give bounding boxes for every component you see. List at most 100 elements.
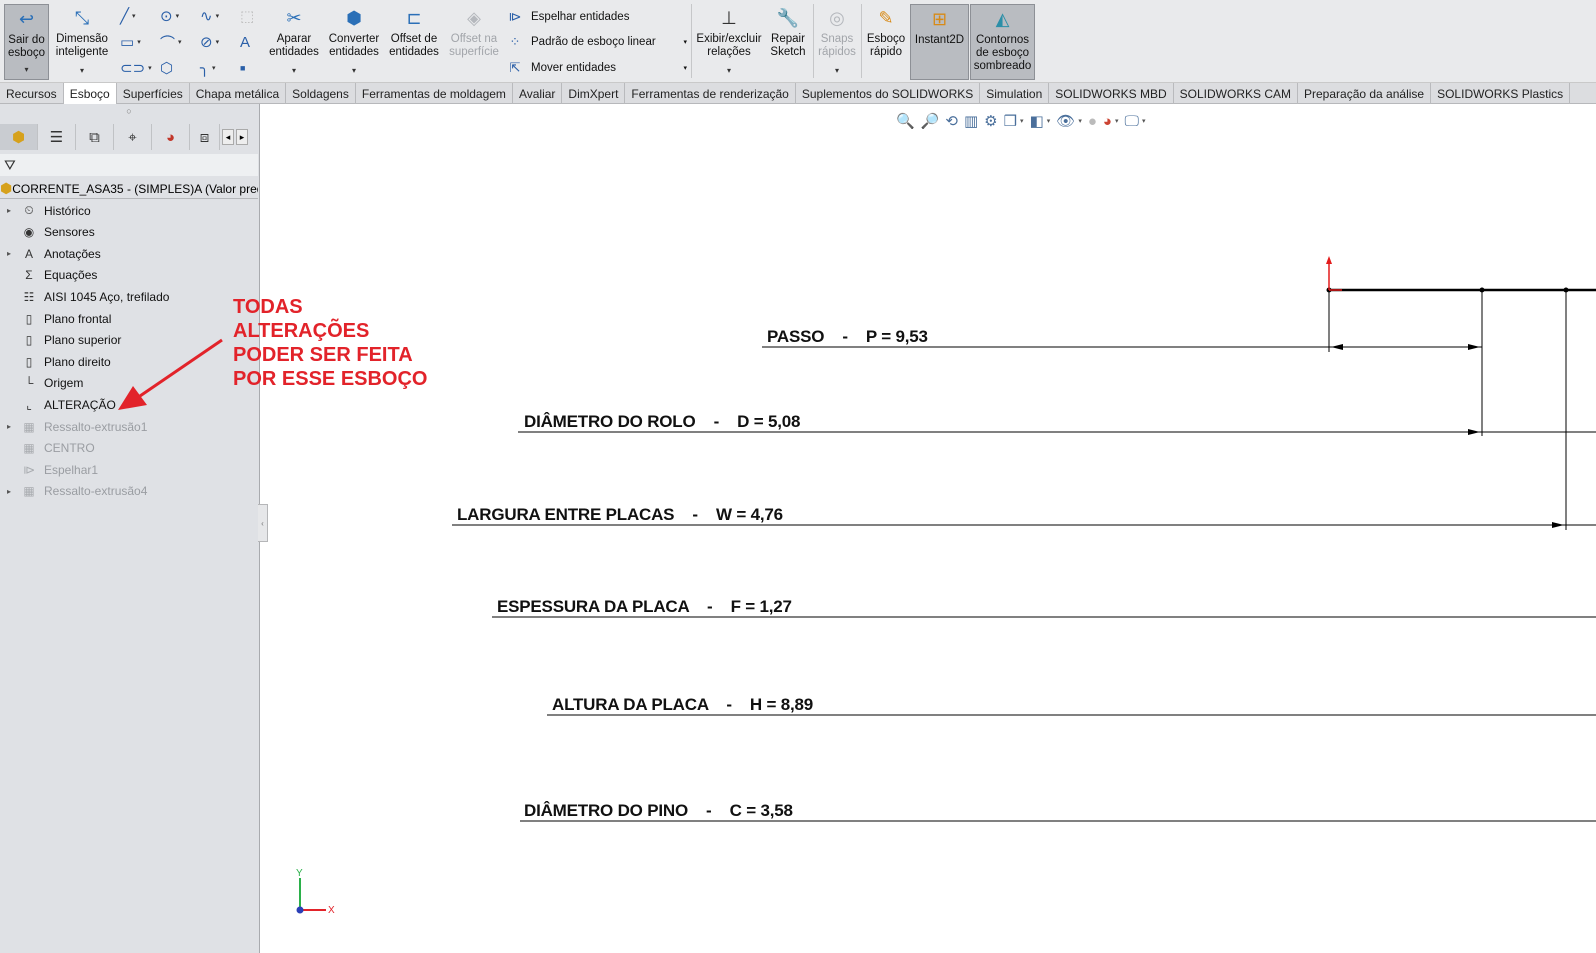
chevron-left-icon[interactable]: ◂: [222, 129, 234, 145]
tab-preparacao-analise[interactable]: Preparação da análise: [1298, 83, 1432, 104]
chevron-down-icon[interactable]: ▾: [835, 64, 839, 77]
tab-soldagens[interactable]: Soldagens: [286, 83, 356, 104]
tree-item[interactable]: ⌞ ALTERAÇÃO: [0, 394, 258, 415]
sketch-text-largura[interactable]: LARGURA ENTRE PLACAS - W = 4,76: [457, 505, 783, 525]
spline-icon[interactable]: ∿ ▾: [200, 6, 228, 26]
tree-item[interactable]: ▯ Plano direito: [0, 351, 258, 372]
tab-esboco[interactable]: Esboço: [63, 83, 117, 104]
expand-arrow-icon[interactable]: ▸: [0, 249, 18, 258]
repair-sketch-button[interactable]: 🔧 Repair Sketch: [766, 4, 810, 80]
offset-surface-button[interactable]: ◈ Offset na superfície: [446, 4, 502, 80]
tree-item[interactable]: ▯ Plano frontal: [0, 308, 258, 329]
tree-item[interactable]: ▯ Plano superior: [0, 330, 258, 351]
point-icon[interactable]: ■: [240, 58, 268, 78]
tree-item[interactable]: ☷ AISI 1045 Aço, trefilado: [0, 286, 258, 307]
tree-item[interactable]: ▦ CENTRO: [0, 438, 258, 459]
sketch-point[interactable]: [1479, 287, 1485, 293]
tab-solidworks-plastics[interactable]: SOLIDWORKS Plastics: [1431, 83, 1571, 104]
move-entities-button[interactable]: ⇱ Mover entidades ▾: [505, 58, 687, 78]
dimxpert-manager-tab-icon[interactable]: ⌖: [114, 124, 152, 150]
chevron-down-icon[interactable]: ▾: [683, 38, 687, 46]
expand-arrow-icon[interactable]: ▸: [0, 487, 18, 496]
tree-item[interactable]: ◉ Sensores: [0, 222, 258, 243]
panel-grip-icon[interactable]: ○: [0, 106, 258, 122]
display-manager-tab-icon[interactable]: ◕: [152, 124, 190, 150]
view-orientation-icon[interactable]: ❒: [1004, 112, 1017, 130]
chevron-down-icon[interactable]: ▾: [1115, 117, 1119, 125]
tab-solidworks-mbd[interactable]: SOLIDWORKS MBD: [1049, 83, 1174, 104]
display-relations-button[interactable]: ⊥ Exibir/excluir relações ▾: [695, 4, 763, 80]
sketch-text-altura[interactable]: ALTURA DA PLACA - H = 8,89: [552, 695, 813, 715]
expand-arrow-icon[interactable]: ▸: [0, 422, 18, 431]
chevron-down-icon[interactable]: ▾: [727, 64, 731, 77]
chevron-down-icon[interactable]: ▾: [1142, 117, 1146, 125]
configuration-manager-tab-icon[interactable]: ⧉: [76, 124, 114, 150]
tab-solidworks-cam[interactable]: SOLIDWORKS CAM: [1174, 83, 1298, 104]
exit-sketch-button[interactable]: ↩ Sair do esboço ▾: [4, 4, 49, 80]
expand-arrow-icon[interactable]: ▸: [0, 206, 18, 215]
tree-item[interactable]: ▸ A Anotações: [0, 243, 258, 264]
linear-pattern-button[interactable]: ⁘ Padrão de esboço linear ▾: [505, 32, 687, 52]
chevron-down-icon[interactable]: ▾: [80, 64, 84, 77]
tree-item[interactable]: Σ Equações: [0, 265, 258, 286]
previous-view-icon[interactable]: ⟲: [945, 112, 958, 130]
zoom-to-fit-icon[interactable]: 🔍: [896, 112, 915, 130]
instant2d-button[interactable]: ⊞ Instant2D: [910, 4, 969, 80]
chevron-down-icon[interactable]: ▾: [24, 63, 28, 76]
shaded-contours-button[interactable]: ◭ Contornos de esboço sombreado: [970, 4, 1035, 80]
line-icon[interactable]: ╱ ▾: [120, 6, 148, 26]
construction-icon[interactable]: ⬚: [240, 6, 268, 26]
polygon-icon[interactable]: ⬡: [160, 58, 188, 78]
hide-show-items-icon[interactable]: 👁: [1056, 112, 1075, 130]
scene-icon[interactable]: ◕: [1103, 113, 1112, 130]
tab-recursos[interactable]: Recursos: [0, 83, 64, 104]
tree-item[interactable]: ⧐ Espelhar1: [0, 459, 258, 480]
tree-item[interactable]: ▸ ▦ Ressalto-extrusão1: [0, 416, 258, 437]
tab-ferramentas-renderizacao[interactable]: Ferramentas de renderização: [625, 83, 796, 104]
circle-icon[interactable]: ⊙ ▾: [160, 6, 188, 26]
rectangle-icon[interactable]: ▭ ▾: [120, 32, 148, 52]
tree-filter[interactable]: ⛛: [0, 154, 258, 176]
sketch-text-pino[interactable]: DIÂMETRO DO PINO - C = 3,58: [524, 801, 793, 821]
tree-item[interactable]: └ Origem: [0, 373, 258, 394]
offset-entities-button[interactable]: ⊏ Offset de entidades: [386, 4, 442, 80]
chevron-down-icon[interactable]: ▾: [292, 64, 296, 77]
quick-snaps-button[interactable]: ◎ Snaps rápidos ▾: [816, 4, 858, 80]
property-manager-tab-icon[interactable]: ☰: [38, 124, 76, 150]
cam-manager-tab-icon[interactable]: ⧈: [190, 124, 220, 150]
tab-ferramentas-moldagem[interactable]: Ferramentas de moldagem: [356, 83, 513, 104]
chevron-down-icon[interactable]: ▾: [1078, 117, 1082, 125]
arc-icon[interactable]: ⌒ ▾: [160, 32, 188, 52]
sketch-text-passo[interactable]: PASSO - P = 9,53: [767, 327, 928, 347]
view-settings-icon[interactable]: 🖵: [1124, 113, 1138, 130]
tab-suplementos[interactable]: Suplementos do SOLIDWORKS: [796, 83, 981, 104]
mirror-entities-button[interactable]: ⧐ Espelhar entidades: [505, 7, 687, 27]
tab-dimxpert[interactable]: DimXpert: [562, 83, 626, 104]
feature-manager-tab-icon[interactable]: ⬢: [0, 124, 38, 150]
sketch-text-rolo[interactable]: DIÂMETRO DO ROLO - D = 5,08: [524, 412, 801, 432]
chevron-down-icon[interactable]: ▾: [1020, 117, 1024, 125]
tab-superficies[interactable]: Superfícies: [117, 83, 190, 104]
zoom-to-area-icon[interactable]: 🔎: [921, 112, 940, 130]
tab-simulation[interactable]: Simulation: [980, 83, 1050, 104]
rapid-sketch-button[interactable]: ✎ Esboço rápido: [864, 4, 908, 80]
tree-root-part[interactable]: ⬢ CORRENTE_ASA35 - (SIMPLES)A (Valor pre…: [0, 179, 258, 199]
fillet-icon[interactable]: ╮ ▾: [200, 58, 228, 78]
section-view-icon[interactable]: ▥: [964, 112, 978, 130]
sketch-text-espessura[interactable]: ESPESSURA DA PLACA - F = 1,27: [497, 597, 792, 617]
tree-item[interactable]: ▸ ⏲ Histórico: [0, 200, 258, 221]
dynamic-annotation-icon[interactable]: ⚙: [984, 112, 997, 130]
tab-chapa-metalica[interactable]: Chapa metálica: [190, 83, 287, 104]
chevron-down-icon[interactable]: ▾: [352, 64, 356, 77]
tree-item[interactable]: ▸ ▦ Ressalto-extrusão4: [0, 481, 258, 502]
slot-icon[interactable]: ⊂⊃ ▾: [120, 58, 152, 78]
chevron-right-icon[interactable]: ▸: [236, 129, 248, 145]
sketch-point[interactable]: [1326, 287, 1332, 293]
chevron-down-icon[interactable]: ▾: [1047, 117, 1051, 125]
tab-avaliar[interactable]: Avaliar: [513, 83, 563, 104]
convert-entities-button[interactable]: ⬢ Converter entidades ▾: [326, 4, 382, 80]
sketch-point[interactable]: [1563, 287, 1569, 293]
ellipse-icon[interactable]: ⊘ ▾: [200, 32, 228, 52]
smart-dimension-button[interactable]: ⤡ Dimensão inteligente ▾: [53, 4, 111, 80]
trim-entities-button[interactable]: ✂ Aparar entidades ▾: [266, 4, 322, 80]
